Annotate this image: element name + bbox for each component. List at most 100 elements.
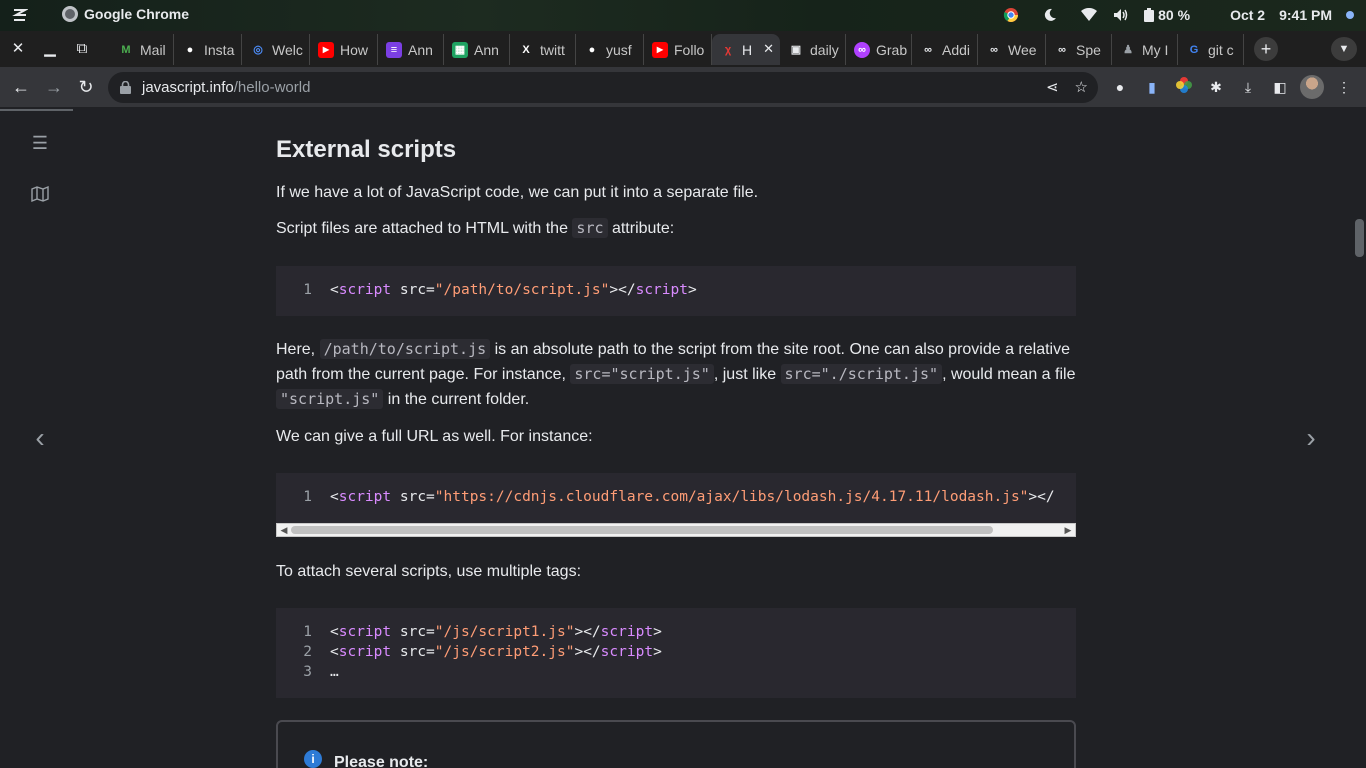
google-icon: G bbox=[1189, 43, 1199, 56]
prev-page-arrow-icon[interactable]: ‹ bbox=[30, 423, 50, 453]
inline-code-src-dot: src="./script.js" bbox=[780, 364, 943, 384]
lock-icon[interactable] bbox=[120, 80, 132, 95]
tab[interactable]: ∞ Wee bbox=[978, 34, 1046, 65]
chrome-tray-icon[interactable] bbox=[1002, 6, 1020, 24]
code-attr: src= bbox=[391, 624, 435, 640]
tab[interactable]: ∞ Spe bbox=[1046, 34, 1112, 65]
notification-dot-icon[interactable] bbox=[1346, 11, 1354, 19]
close-tab-icon[interactable]: ✕ bbox=[763, 41, 774, 57]
github-icon: ● bbox=[588, 43, 596, 56]
grab-icon: ∞ bbox=[854, 41, 870, 58]
scroll-left-arrow-icon[interactable]: ◀ bbox=[278, 524, 290, 536]
tab[interactable]: ◎ Welc bbox=[242, 34, 310, 65]
line-number: 2 bbox=[303, 644, 312, 660]
code-tag: script bbox=[338, 644, 392, 660]
calendar-icon: ▣ bbox=[790, 44, 802, 56]
p2-text: Script files are attached to HTML with t… bbox=[276, 220, 573, 237]
share-icon[interactable]: ⋖ bbox=[1046, 78, 1059, 96]
tab[interactable]: ▣ daily bbox=[780, 34, 846, 65]
page-scroll-thumb[interactable] bbox=[1355, 219, 1364, 257]
battery-indicator[interactable]: 80 % bbox=[1144, 7, 1190, 23]
next-page-arrow-icon[interactable]: › bbox=[1301, 423, 1321, 453]
minimize-window-icon[interactable]: ▁ bbox=[40, 39, 60, 59]
tab[interactable]: ● Insta bbox=[174, 34, 242, 65]
time-label[interactable]: 9:41 PM bbox=[1279, 7, 1332, 23]
scroll-right-arrow-icon[interactable]: ▶ bbox=[1062, 524, 1074, 536]
extension-color-icon[interactable] bbox=[1174, 77, 1194, 97]
code-ellipsis: … bbox=[330, 664, 339, 680]
tab[interactable]: Ggit c bbox=[1178, 34, 1244, 65]
horizontal-scroll-thumb[interactable] bbox=[291, 526, 993, 534]
tab[interactable]: ≡ Ann bbox=[378, 34, 444, 65]
code-string: "/js/script1.js" bbox=[434, 624, 575, 640]
code-line: 3 … bbox=[276, 662, 1076, 682]
browser-toolbar: ← → ↻ javascript.info/hello-world ⋖ ☆ ● … bbox=[0, 67, 1366, 108]
code-tag: script bbox=[338, 282, 392, 298]
bookmark-star-icon[interactable]: ☆ bbox=[1075, 78, 1088, 96]
code-punct: ></ bbox=[1028, 489, 1055, 505]
tab[interactable]: χ H ✕ bbox=[712, 34, 780, 65]
profile-avatar[interactable] bbox=[1300, 75, 1324, 99]
reload-icon[interactable]: ↻ bbox=[75, 76, 97, 98]
tab[interactable]: ♟ My I bbox=[1112, 34, 1178, 65]
extension-ghost-icon[interactable]: ● bbox=[1110, 77, 1130, 97]
code-horizontal-scrollbar[interactable]: ◀ ▶ bbox=[276, 523, 1076, 537]
tab[interactable]: Xtwitt bbox=[510, 34, 576, 65]
tab-strip: ✕ ▁ ⧉ M Mail ● Insta ◎ Welc ▶ How ≡ Ann ▦ Ann Xtwitt… bbox=[0, 31, 1366, 67]
page-viewport: ☰ ‹ › External scripts If we have a lot … bbox=[0, 109, 1366, 768]
extensions-puzzle-icon[interactable]: ✱ bbox=[1206, 77, 1226, 97]
code-tag: script bbox=[338, 489, 392, 505]
tab-title: Insta bbox=[204, 41, 235, 58]
forward-icon[interactable]: → bbox=[43, 76, 65, 98]
p3-text: , just like bbox=[713, 366, 781, 383]
hamburger-menu-icon[interactable]: ☰ bbox=[30, 133, 50, 153]
line-number: 1 bbox=[303, 624, 312, 640]
link-icon: ∞ bbox=[990, 43, 998, 56]
p3-text: in the current folder. bbox=[383, 391, 530, 408]
system-tray[interactable]: 80 % Oct 2 9:41 PM bbox=[1002, 6, 1354, 24]
new-tab-button[interactable]: + bbox=[1254, 37, 1278, 61]
tab-title: twitt bbox=[540, 41, 565, 58]
tab[interactable]: ∞ Grab bbox=[846, 34, 912, 65]
tab-title: Ann bbox=[474, 41, 499, 58]
tab-title: Spe bbox=[1076, 41, 1101, 58]
chrome-menu-icon[interactable]: ⋮ bbox=[1334, 77, 1354, 97]
tab[interactable]: ● yusf bbox=[576, 34, 644, 65]
address-bar[interactable]: javascript.info/hello-world ⋖ ☆ bbox=[108, 72, 1098, 103]
back-icon[interactable]: ← bbox=[10, 76, 32, 98]
tab-title: daily bbox=[810, 41, 839, 58]
p3-text: Here, bbox=[276, 341, 320, 358]
tab-title: Wee bbox=[1008, 41, 1037, 58]
volume-icon[interactable] bbox=[1112, 6, 1130, 24]
downloads-icon[interactable]: ⤓ bbox=[1238, 77, 1258, 97]
youtube-icon: ▶ bbox=[318, 41, 334, 58]
restore-window-icon[interactable]: ⧉ bbox=[72, 39, 92, 59]
tab-search-button[interactable]: ▼ bbox=[1331, 37, 1357, 61]
please-note-box: i Please note: bbox=[276, 720, 1076, 768]
side-panel-icon[interactable]: ◧ bbox=[1270, 77, 1290, 97]
tab-title: Ann bbox=[408, 41, 433, 58]
code-block-3[interactable]: 1 <script src="/js/script1.js"></script>… bbox=[276, 608, 1076, 698]
code-tag: script bbox=[600, 644, 654, 660]
map-icon[interactable] bbox=[30, 185, 50, 206]
github-icon: ● bbox=[186, 43, 194, 56]
date-label[interactable]: Oct 2 bbox=[1230, 7, 1265, 23]
page-vertical-scrollbar[interactable] bbox=[1352, 109, 1366, 768]
wifi-icon[interactable] bbox=[1080, 6, 1098, 24]
youtube-icon: ▶ bbox=[652, 41, 668, 58]
night-light-icon[interactable] bbox=[1034, 6, 1066, 24]
extension-docs-icon[interactable]: ▮ bbox=[1142, 77, 1162, 97]
code-block-1[interactable]: 1 <script src="/path/to/script.js"></scr… bbox=[276, 266, 1076, 316]
tab[interactable]: ▶ How bbox=[310, 34, 378, 65]
os-top-bar: Google Chrome 80 % Oct 2 9:41 PM bbox=[0, 0, 1366, 31]
tab[interactable]: ∞ Addi bbox=[912, 34, 978, 65]
close-window-icon[interactable]: ✕ bbox=[8, 39, 28, 59]
forms-icon: ≡ bbox=[386, 41, 402, 58]
tab-title: git c bbox=[1208, 41, 1234, 58]
tab-title: How bbox=[340, 41, 369, 58]
tab[interactable]: M Mail bbox=[110, 34, 174, 65]
tab[interactable]: ▦ Ann bbox=[444, 34, 510, 65]
code-block-2[interactable]: 1 <script src="https://cdnjs.cloudflare.… bbox=[276, 473, 1076, 523]
launcher-icon[interactable] bbox=[12, 7, 29, 23]
tab[interactable]: ▶ Follo bbox=[644, 34, 712, 65]
